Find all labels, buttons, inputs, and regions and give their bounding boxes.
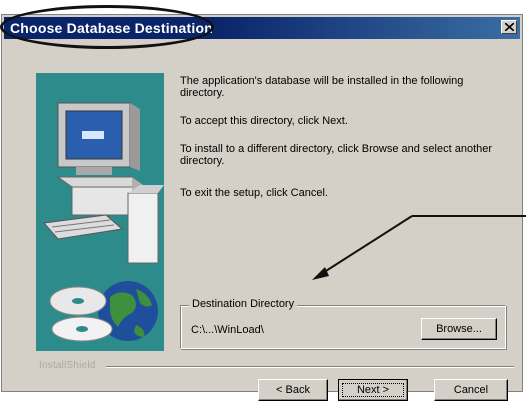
window-title: Choose Database Destination	[10, 20, 213, 36]
destination-path: C:\...\WinLoad\	[191, 324, 264, 336]
info-text-browse: To install to a different directory, cli…	[180, 143, 493, 167]
next-button[interactable]: Next >	[338, 379, 408, 401]
footer-separator	[106, 366, 514, 368]
close-button[interactable]	[501, 20, 517, 34]
installshield-brand: InstallShield	[39, 360, 96, 371]
back-button[interactable]: < Back	[258, 379, 328, 401]
next-button-label: Next >	[342, 383, 404, 397]
destination-directory-group: Destination Directory C:\...\WinLoad\ Br…	[180, 298, 506, 349]
close-icon	[505, 23, 514, 31]
setup-illustration	[36, 73, 164, 351]
computer-illustration	[43, 102, 164, 342]
cancel-button[interactable]: Cancel	[434, 379, 508, 401]
info-text-exit: To exit the setup, click Cancel.	[180, 187, 328, 199]
destination-group-label: Destination Directory	[189, 298, 298, 310]
browse-button[interactable]: Browse...	[421, 318, 497, 340]
info-text-accept: To accept this directory, click Next.	[180, 115, 348, 127]
setup-dialog: Choose Database Destination The applicat…	[1, 14, 523, 401]
info-text-install-location: The application's database will be insta…	[180, 75, 464, 99]
title-bar[interactable]: Choose Database Destination	[4, 17, 520, 39]
